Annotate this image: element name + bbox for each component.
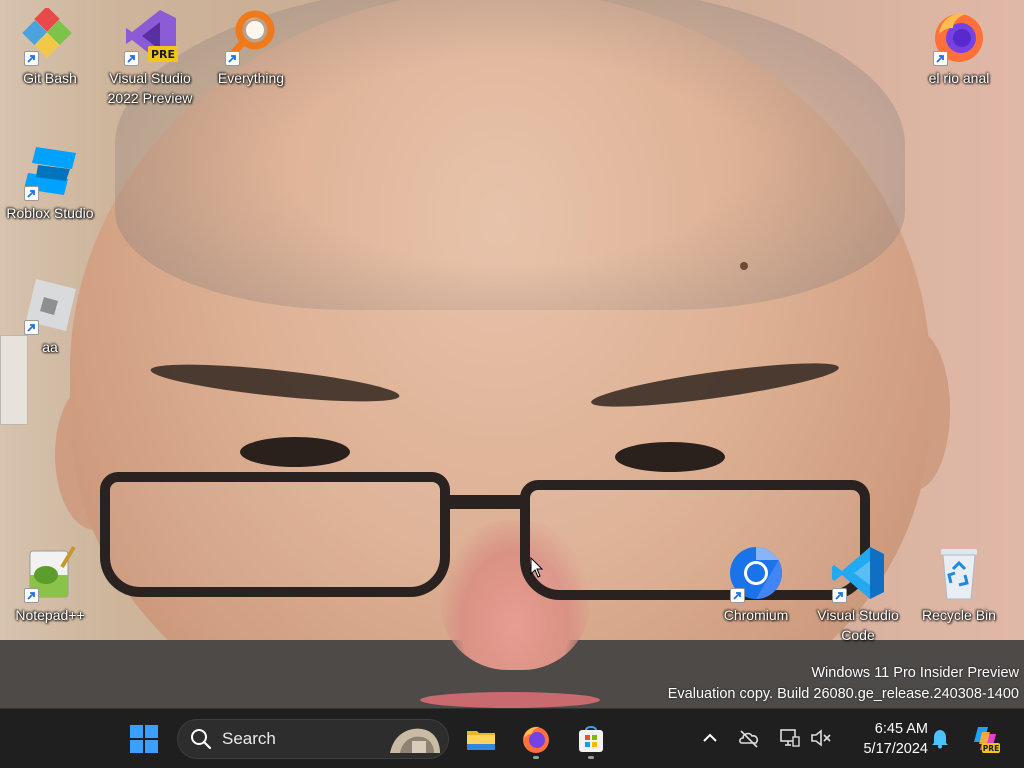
svg-text:PRE: PRE <box>151 48 175 61</box>
firefox-icon <box>523 726 549 753</box>
desktop-icon-recycle-bin[interactable]: Recycle Bin <box>909 545 1009 625</box>
shortcut-arrow-icon <box>24 320 39 335</box>
shortcut-arrow-icon <box>124 51 139 66</box>
wallpaper-shape <box>440 495 530 509</box>
wallpaper-shape <box>615 442 725 472</box>
desktop-icon-chromium[interactable]: Chromium <box>706 545 806 625</box>
copilot-icon: PRE <box>974 727 1000 753</box>
shortcut-arrow-icon <box>24 186 39 201</box>
visual-studio-preview-icon: PRE <box>122 8 178 66</box>
desktop-icon-el-rio-anal[interactable]: el rio anal <box>909 8 1009 88</box>
roblox-icon <box>22 277 78 335</box>
onedrive-tray-button[interactable] <box>738 727 760 749</box>
shortcut-arrow-icon <box>225 51 240 66</box>
network-icon <box>780 729 800 747</box>
desktop-icon-visual-studio-2022-preview[interactable]: PRE Visual Studio 2022 Preview <box>100 8 200 108</box>
running-indicator <box>588 756 594 759</box>
desktop-icon-label: Visual Studio Code <box>817 607 899 643</box>
wallpaper-shape <box>240 437 350 467</box>
notepad-plus-plus-icon <box>22 545 78 603</box>
windows-start-icon <box>130 725 158 753</box>
vscode-icon <box>830 545 886 603</box>
desktop-icon-label: el rio anal <box>928 70 990 86</box>
network-tray-button[interactable] <box>778 727 800 749</box>
clock-time: 6:45 AM <box>874 721 928 737</box>
search-highlight-icon <box>390 728 440 753</box>
wallpaper-shape <box>740 262 748 270</box>
desktop-icon-label: Notepad++ <box>15 607 85 623</box>
desktop-icon-aa[interactable]: aa <box>0 277 100 357</box>
desktop-icon-label: Roblox Studio <box>6 205 94 221</box>
wallpaper-shape <box>420 692 600 708</box>
taskbar-microsoft-store[interactable] <box>569 718 613 760</box>
search-icon <box>191 729 212 750</box>
desktop-icon-everything[interactable]: Everything <box>201 8 301 88</box>
taskbar-file-explorer[interactable] <box>459 718 503 760</box>
shortcut-arrow-icon <box>730 588 745 603</box>
desktop-icon-roblox-studio[interactable]: Roblox Studio <box>0 143 100 223</box>
running-indicator <box>533 756 539 759</box>
mouse-cursor-icon <box>530 557 544 578</box>
watermark-line-build: Evaluation copy. Build 26080.ge_release.… <box>667 686 1019 702</box>
watermark-line-edition: Windows 11 Pro Insider Preview <box>811 665 1019 681</box>
git-bash-icon <box>22 8 78 66</box>
taskbar-firefox[interactable] <box>514 718 558 760</box>
desktop-icon-label: Git Bash <box>23 70 77 86</box>
copilot-button[interactable]: PRE <box>963 718 1007 760</box>
shortcut-arrow-icon <box>933 51 948 66</box>
bell-icon <box>932 730 948 749</box>
wallpaper-shape <box>100 472 450 597</box>
desktop-icon-label: aa <box>42 339 58 355</box>
shortcut-arrow-icon <box>24 588 39 603</box>
desktop-icon-visual-studio-code[interactable]: Visual Studio Code <box>808 545 908 645</box>
chromium-icon <box>728 545 784 603</box>
store-icon <box>579 726 603 752</box>
taskbar-search-box[interactable]: Search <box>177 719 449 759</box>
firefox-icon <box>931 8 987 66</box>
windows-evaluation-watermark: Windows 11 Pro Insider Preview Evaluatio… <box>668 663 1019 705</box>
start-button[interactable] <box>122 718 166 760</box>
volume-muted-icon <box>811 729 831 747</box>
taskbar-clock[interactable]: 6:45 AM 5/17/2024 <box>842 719 928 759</box>
desktop-icon-label: Recycle Bin <box>922 607 996 623</box>
chevron-up-icon <box>703 733 717 742</box>
desktop-icon-label: Everything <box>217 70 285 86</box>
desktop-icon-label: Chromium <box>723 607 789 623</box>
desktop-icon-git-bash[interactable]: Git Bash <box>0 8 100 88</box>
taskbar: Search 6:45 AM 5/17/2024 PRE <box>0 708 1024 768</box>
search-label: Search <box>222 729 276 748</box>
volume-tray-button[interactable] <box>810 727 832 749</box>
recycle-bin-icon <box>931 545 987 601</box>
shortcut-arrow-icon <box>24 51 39 66</box>
desktop-icon-notepad-plus-plus[interactable]: Notepad++ <box>0 545 100 625</box>
show-hidden-icons-button[interactable] <box>699 727 721 749</box>
roblox-studio-icon <box>22 143 78 201</box>
desktop-icon-label: Visual Studio 2022 Preview <box>107 70 193 106</box>
shortcut-arrow-icon <box>832 588 847 603</box>
clock-date: 5/17/2024 <box>863 741 928 757</box>
folder-icon <box>467 731 495 750</box>
notifications-button[interactable] <box>929 727 951 749</box>
everything-search-icon <box>223 8 279 66</box>
onedrive-offline-icon <box>739 730 759 748</box>
svg-text:PRE: PRE <box>983 744 999 753</box>
